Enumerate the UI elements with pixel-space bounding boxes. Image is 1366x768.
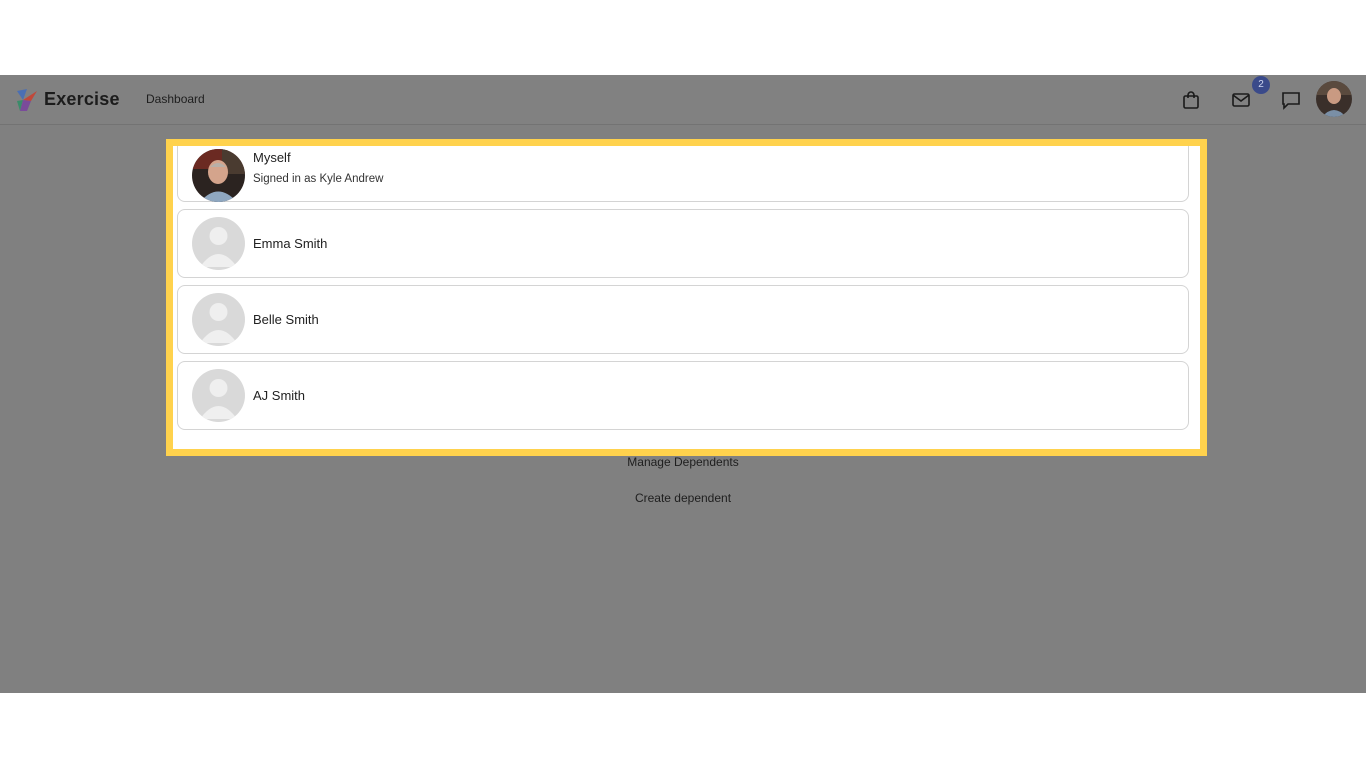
mail-badge-count: 2 bbox=[1252, 76, 1270, 94]
account-name: AJ Smith bbox=[253, 388, 306, 403]
account-name: Myself bbox=[253, 150, 291, 165]
default-avatar-icon bbox=[192, 217, 245, 270]
signed-in-status: Signed in as Kyle Andrew bbox=[253, 173, 384, 185]
default-avatar-icon bbox=[192, 293, 245, 346]
account-card-belle-smith[interactable]: Belle Smith bbox=[177, 285, 1189, 354]
user-avatar-photo-icon bbox=[1316, 81, 1352, 117]
account-name: Emma Smith bbox=[253, 236, 328, 251]
nav-link-dashboard[interactable]: Dashboard bbox=[146, 92, 205, 106]
account-card-aj-smith[interactable]: AJ Smith bbox=[177, 361, 1189, 430]
account-name: Belle Smith bbox=[253, 312, 319, 327]
user-avatar[interactable] bbox=[1316, 81, 1352, 117]
mail-icon[interactable] bbox=[1230, 89, 1252, 111]
avatar bbox=[192, 369, 245, 422]
app-viewport: Exercise Dashboard 2 Myself Signed in as… bbox=[0, 75, 1366, 693]
default-avatar-icon bbox=[192, 369, 245, 422]
brand-name[interactable]: Exercise bbox=[44, 89, 120, 110]
shopping-bag-icon[interactable] bbox=[1180, 89, 1202, 111]
top-navbar: Exercise Dashboard 2 bbox=[0, 75, 1366, 125]
account-card-emma-smith[interactable]: Emma Smith bbox=[177, 209, 1189, 278]
avatar bbox=[192, 149, 245, 202]
create-dependent-link[interactable]: Create dependent bbox=[0, 491, 1366, 505]
profile-photo-icon bbox=[192, 149, 245, 202]
chat-icon[interactable] bbox=[1280, 89, 1302, 111]
account-card-myself[interactable]: Myself Signed in as Kyle Andrew bbox=[177, 146, 1189, 202]
account-switcher-panel: Myself Signed in as Kyle Andrew Emma Smi… bbox=[166, 139, 1207, 456]
avatar bbox=[192, 293, 245, 346]
manage-dependents-link[interactable]: Manage Dependents bbox=[0, 455, 1366, 469]
exercise-logo-icon bbox=[17, 89, 37, 111]
avatar bbox=[192, 217, 245, 270]
